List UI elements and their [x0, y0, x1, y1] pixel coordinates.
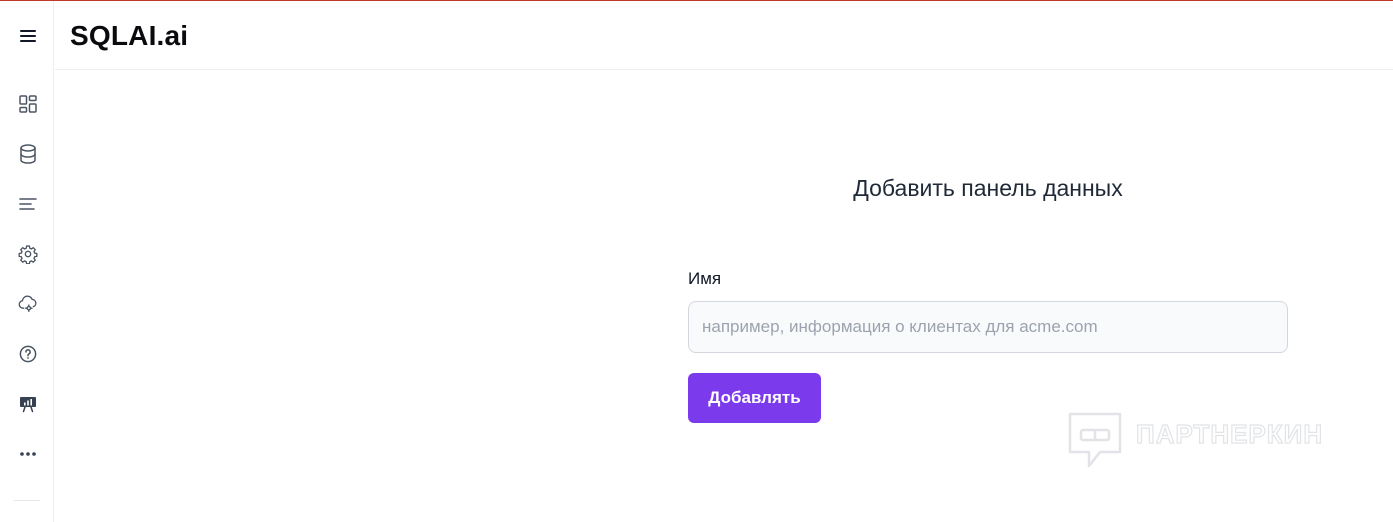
- partnerkin-watermark: ПАРТНЕРКИН: [1066, 410, 1356, 472]
- sidebar-item-databases[interactable]: [14, 140, 42, 168]
- name-input[interactable]: [688, 301, 1288, 353]
- page-title: Добавить панель данных: [853, 175, 1123, 201]
- more-button[interactable]: [14, 440, 42, 468]
- menu-icon: [20, 29, 36, 43]
- sidebar-item-settings[interactable]: [14, 240, 42, 268]
- sidebar-item-presentations[interactable]: [14, 390, 42, 418]
- presentation-chart-icon: [19, 395, 37, 413]
- database-icon: [19, 144, 37, 164]
- more-icon: [19, 451, 37, 457]
- list-icon: [19, 197, 37, 211]
- sidebar: [0, 1, 54, 522]
- app-logo[interactable]: SQLAI.ai: [70, 20, 188, 52]
- add-button[interactable]: Добавлять: [688, 373, 821, 423]
- sidebar-item-dashboards[interactable]: [14, 90, 42, 118]
- menu-toggle-button[interactable]: [14, 22, 42, 50]
- gear-icon: [18, 244, 38, 264]
- help-icon: [19, 345, 37, 363]
- watermark-text: ПАРТНЕРКИН: [1135, 418, 1324, 449]
- watermark-logo-icon: [1068, 412, 1122, 468]
- name-field-label: Имя: [688, 269, 722, 288]
- sidebar-divider: [14, 500, 40, 501]
- sidebar-item-help[interactable]: [14, 340, 42, 368]
- sidebar-item-cloud-settings[interactable]: [14, 290, 42, 318]
- sidebar-item-queries[interactable]: [14, 190, 42, 218]
- cloud-settings-icon: [18, 295, 38, 313]
- dashboard-icon: [19, 95, 37, 113]
- top-header: SQLAI.ai: [55, 1, 1393, 70]
